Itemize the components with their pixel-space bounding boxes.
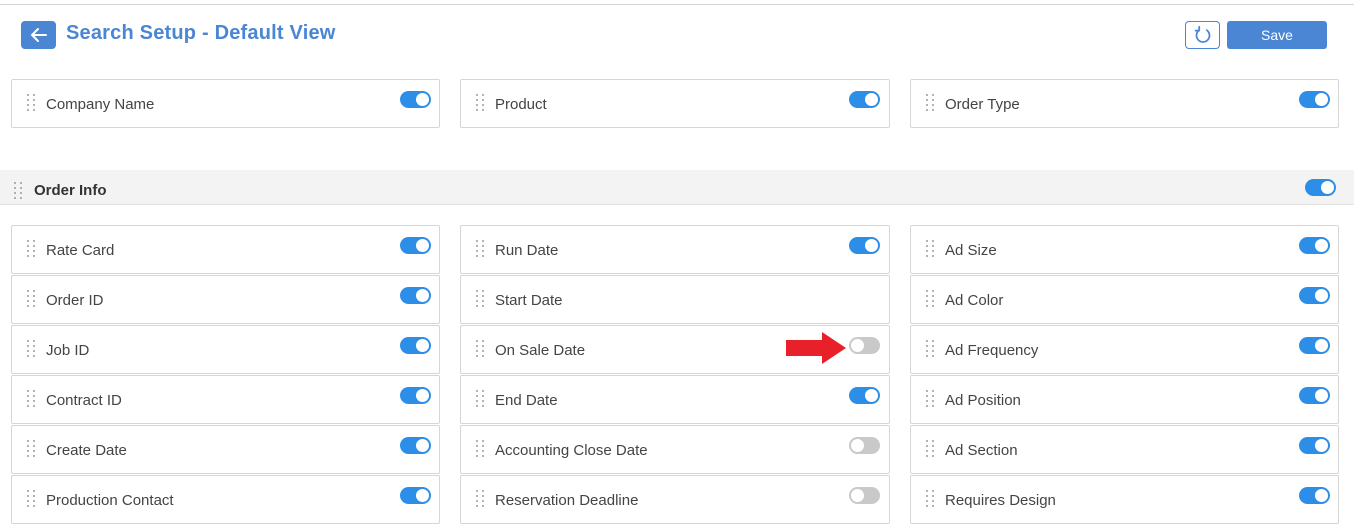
drag-handle-icon[interactable] [27, 290, 35, 308]
field-card-ad-frequency[interactable]: Ad Frequency [910, 325, 1339, 374]
visibility-toggle-end-date[interactable] [849, 387, 880, 404]
field-label: Requires Design [945, 492, 1056, 509]
drag-handle-icon[interactable] [476, 490, 484, 508]
section-title: Order Info [34, 182, 107, 199]
visibility-toggle-ad-position[interactable] [1299, 387, 1330, 404]
visibility-toggle-requires-design[interactable] [1299, 487, 1330, 504]
drag-handle-icon[interactable] [926, 240, 934, 258]
visibility-toggle-product[interactable] [849, 91, 880, 108]
visibility-toggle-reservation-deadline[interactable] [849, 487, 880, 504]
field-label: Run Date [495, 242, 559, 259]
field-label: End Date [495, 392, 558, 409]
field-label: Ad Position [945, 392, 1021, 409]
drag-handle-icon[interactable] [926, 440, 934, 458]
field-label: Create Date [46, 442, 127, 459]
drag-handle-icon[interactable] [926, 340, 934, 358]
drag-handle-icon[interactable] [476, 290, 484, 308]
section-header-order-info: Order Info [0, 170, 1354, 205]
refresh-icon [1194, 25, 1210, 43]
visibility-toggle-ad-section[interactable] [1299, 437, 1330, 454]
drag-handle-icon[interactable] [476, 440, 484, 458]
visibility-toggle-production-contact[interactable] [400, 487, 431, 504]
visibility-toggle-on-sale-date[interactable] [849, 337, 880, 354]
visibility-toggle-contract-id[interactable] [400, 387, 431, 404]
visibility-toggle-order-id[interactable] [400, 287, 431, 304]
field-label: Company Name [46, 96, 155, 113]
field-label: Reservation Deadline [495, 492, 639, 509]
drag-handle-icon[interactable] [926, 94, 934, 112]
field-label: Ad Color [945, 292, 1004, 309]
visibility-toggle-accounting-close-date[interactable] [849, 437, 880, 454]
drag-handle-icon[interactable] [476, 340, 484, 358]
field-card-product[interactable]: Product [460, 79, 890, 128]
field-label: Order Type [945, 96, 1020, 113]
field-label: Order ID [46, 292, 104, 309]
red-arrow [786, 332, 846, 364]
field-card-ad-position[interactable]: Ad Position [910, 375, 1339, 424]
field-card-order-id[interactable]: Order ID [11, 275, 440, 324]
page-header: Search Setup - Default View Save [0, 5, 1354, 65]
field-card-rate-card[interactable]: Rate Card [11, 225, 440, 274]
drag-handle-icon[interactable] [926, 390, 934, 408]
reset-button[interactable] [1185, 21, 1220, 49]
visibility-toggle-order-type[interactable] [1299, 91, 1330, 108]
visibility-toggle-ad-color[interactable] [1299, 287, 1330, 304]
field-card-job-id[interactable]: Job ID [11, 325, 440, 374]
visibility-toggle-job-id[interactable] [400, 337, 431, 354]
field-label: Ad Section [945, 442, 1018, 459]
arrow-left-icon [30, 28, 47, 42]
field-label: Ad Size [945, 242, 997, 259]
field-card-contract-id[interactable]: Contract ID [11, 375, 440, 424]
field-card-end-date[interactable]: End Date [460, 375, 890, 424]
drag-handle-icon[interactable] [926, 490, 934, 508]
save-button[interactable]: Save [1227, 21, 1327, 49]
field-card-production-contact[interactable]: Production Contact [11, 475, 440, 524]
field-label: Rate Card [46, 242, 115, 259]
field-card-run-date[interactable]: Run Date [460, 225, 890, 274]
drag-handle-icon[interactable] [27, 390, 35, 408]
visibility-toggle-ad-size[interactable] [1299, 237, 1330, 254]
field-label: Contract ID [46, 392, 122, 409]
visibility-toggle-create-date[interactable] [400, 437, 431, 454]
drag-handle-icon[interactable] [926, 290, 934, 308]
field-card-company-name[interactable]: Company Name [11, 79, 440, 128]
drag-handle-icon[interactable] [27, 94, 35, 112]
field-label: Ad Frequency [945, 342, 1039, 359]
field-card-reservation-deadline[interactable]: Reservation Deadline [460, 475, 890, 524]
field-card-start-date[interactable]: Start Date [460, 275, 890, 324]
field-label: Product [495, 96, 547, 113]
drag-handle-icon[interactable] [476, 94, 484, 112]
back-button[interactable] [21, 21, 56, 49]
drag-handle-icon[interactable] [476, 240, 484, 258]
field-card-ad-color[interactable]: Ad Color [910, 275, 1339, 324]
section-toggle[interactable] [1305, 179, 1336, 196]
field-card-requires-design[interactable]: Requires Design [910, 475, 1339, 524]
field-label: Production Contact [46, 492, 174, 509]
drag-handle-icon[interactable] [27, 490, 35, 508]
field-label: On Sale Date [495, 342, 586, 359]
visibility-toggle-rate-card[interactable] [400, 237, 431, 254]
visibility-toggle-ad-frequency[interactable] [1299, 337, 1330, 354]
visibility-toggle-company-name[interactable] [400, 91, 431, 108]
field-label: Start Date [495, 292, 563, 309]
drag-handle-icon[interactable] [27, 340, 35, 358]
field-label: Job ID [46, 342, 90, 359]
drag-handle-icon[interactable] [14, 182, 22, 200]
drag-handle-icon[interactable] [476, 390, 484, 408]
drag-handle-icon[interactable] [27, 440, 35, 458]
visibility-toggle-run-date[interactable] [849, 237, 880, 254]
field-card-ad-section[interactable]: Ad Section [910, 425, 1339, 474]
field-card-order-type[interactable]: Order Type [910, 79, 1339, 128]
field-card-ad-size[interactable]: Ad Size [910, 225, 1339, 274]
field-card-create-date[interactable]: Create Date [11, 425, 440, 474]
page-title: Search Setup - Default View [66, 22, 336, 44]
drag-handle-icon[interactable] [27, 240, 35, 258]
field-label: Accounting Close Date [495, 442, 648, 459]
field-card-accounting-close-date[interactable]: Accounting Close Date [460, 425, 890, 474]
